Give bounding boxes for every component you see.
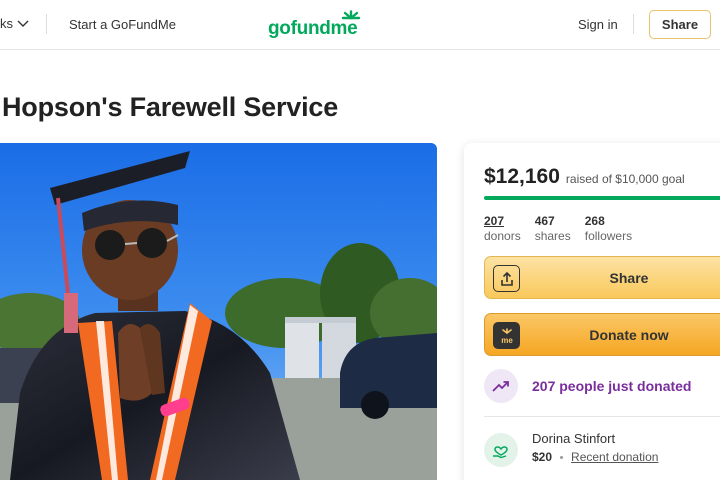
activity-text: 207 people just donated bbox=[532, 378, 692, 394]
discover-menu[interactable]: ks bbox=[0, 16, 29, 31]
share-button-label: Share bbox=[609, 270, 649, 286]
stat-followers-value: 268 bbox=[584, 214, 605, 228]
separator-dot bbox=[560, 455, 564, 459]
trending-up-icon bbox=[484, 369, 518, 403]
donate-now-button[interactable]: me Donate now bbox=[484, 313, 720, 356]
campaign-title: Hopson's Farewell Service bbox=[2, 92, 339, 122]
stat-donors-label: donors bbox=[484, 229, 521, 243]
recent-activity: 207 people just donated bbox=[484, 369, 691, 403]
stat-shares-label: shares bbox=[534, 229, 571, 243]
gofundme-logo[interactable]: gofundme bbox=[268, 10, 368, 40]
recent-donor: Dorina Stinfort $20 Recent donation bbox=[484, 431, 658, 467]
progress-bar-fill bbox=[484, 196, 720, 200]
nav-divider bbox=[633, 14, 634, 34]
stat-donors-value: 207 bbox=[484, 214, 505, 228]
donor-amount: $20 bbox=[532, 450, 553, 464]
card-divider bbox=[484, 416, 720, 417]
donor-heart-hand-icon bbox=[484, 433, 518, 467]
progress-bar bbox=[484, 196, 720, 200]
donor-name: Dorina Stinfort bbox=[532, 431, 616, 446]
nav-divider bbox=[46, 14, 47, 34]
stat-donors[interactable]: 207 donors bbox=[484, 214, 521, 243]
stat-shares: 467 shares bbox=[535, 214, 571, 243]
header-share-button[interactable]: Share bbox=[649, 10, 711, 39]
stat-shares-value: 467 bbox=[534, 214, 555, 228]
campaign-stats: 207 donors 467 shares 268 followers bbox=[484, 214, 646, 243]
goal-text: raised of $10,000 goal bbox=[565, 172, 685, 186]
raised-amount: $12,160 bbox=[484, 165, 560, 188]
top-header: ks Start a GoFundMe gofundme Sign in Sha… bbox=[0, 0, 720, 50]
gofundme-sun-icon bbox=[341, 10, 361, 20]
raised-summary: $12,160 raised of $10,000 goal bbox=[484, 165, 685, 189]
chevron-down-icon bbox=[17, 16, 29, 31]
stat-followers-label: followers bbox=[584, 229, 633, 243]
donor-details: $20 Recent donation bbox=[532, 450, 658, 464]
start-gofundme-link[interactable]: Start a GoFundMe bbox=[69, 17, 176, 32]
stat-followers: 268 followers bbox=[585, 214, 632, 243]
discover-menu-label: ks bbox=[0, 16, 13, 31]
share-button[interactable]: Share bbox=[484, 256, 720, 299]
recent-donation-link[interactable]: Recent donation bbox=[571, 450, 658, 464]
sign-in-link[interactable]: Sign in bbox=[578, 17, 618, 32]
donation-card: $12,160 raised of $10,000 goal 207 donor… bbox=[464, 143, 720, 480]
donor-info: Dorina Stinfort $20 Recent donation bbox=[532, 431, 658, 467]
campaign-photo[interactable] bbox=[0, 143, 437, 480]
donate-now-label: Donate now bbox=[589, 327, 669, 343]
